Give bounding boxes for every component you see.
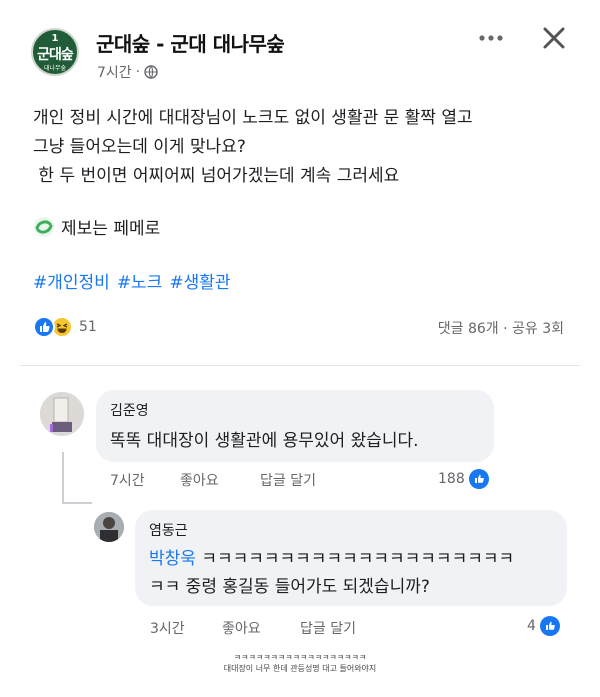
like-icon [539, 616, 560, 636]
comment-share-counts[interactable]: 댓글 86개 · 공유 3회 [438, 318, 564, 338]
comment-time[interactable]: 3시간 [150, 618, 185, 638]
post-line: 개인 정비 시간에 대대장님이 노크도 없이 생활관 문 활짝 열고 [33, 108, 473, 128]
post-time[interactable]: 7시간 [97, 62, 132, 82]
close-icon[interactable] [540, 24, 568, 52]
comment-like-count-value: 4 [527, 618, 536, 634]
avatar[interactable] [94, 512, 124, 542]
avatar[interactable] [40, 392, 84, 436]
reply-button[interactable]: 답글 달기 [260, 470, 316, 490]
tip-text: 제보는 페메로 [61, 219, 161, 239]
like-button[interactable]: 좋아요 [180, 470, 219, 490]
caption-line: 대대장이 너무 한데 관등성명 대고 들어와야지 [223, 664, 377, 673]
comment-text: ㅋㅋㅋㅋㅋㅋㅋㅋㅋㅋㅋㅋㅋㅋㅋㅋㅋㅋㅋㅋ [195, 549, 515, 569]
recycle-icon [34, 216, 54, 237]
post-meta: 7시간 · [97, 62, 158, 82]
like-reaction-icon [33, 316, 55, 338]
reaction-count: 51 [79, 319, 97, 335]
comment-author[interactable]: 염동근 [149, 520, 188, 540]
divider [20, 365, 580, 366]
comment-time[interactable]: 7시간 [110, 470, 145, 490]
post-text: 개인 정비 시간에 대대장님이 노크도 없이 생활관 문 활짝 열고 그냥 들어… [33, 104, 573, 191]
comment-bubble: 김준영 똑똑 대대장이 생활관에 용무있어 왔습니다. [96, 390, 494, 462]
caption: ㅋㅋㅋㅋㅋㅋㅋㅋㅋㅋㅋㅋㅋㅋㅋㅋㅋㅋ 대대장이 너무 한데 관등성명 대고 들어… [0, 652, 600, 674]
comment-author[interactable]: 김준영 [110, 400, 149, 420]
post-line: 그냥 들어오는데 이게 맞나요? [33, 137, 246, 157]
comment-bubble: 염동근 박창욱 ㅋㅋㅋㅋㅋㅋㅋㅋㅋㅋㅋㅋㅋㅋㅋㅋㅋㅋㅋㅋ ㅋㅋ 중령 홍길동 들… [135, 510, 567, 606]
hashtag-link[interactable]: #생활관 [169, 268, 230, 293]
thread-connector [62, 502, 92, 504]
comment-text-line: 박창욱 ㅋㅋㅋㅋㅋㅋㅋㅋㅋㅋㅋㅋㅋㅋㅋㅋㅋㅋㅋㅋ [149, 544, 514, 569]
hashtag-link[interactable]: #노크 [117, 268, 163, 293]
thread-connector [62, 452, 64, 504]
logo-name: 군대숲 [37, 47, 74, 63]
post-line: 한 두 번이면 어찌어찌 넘어가겠는데 계속 그러세요 [33, 166, 400, 186]
tip-line: 제보는 페메로 [33, 214, 160, 239]
mention-link[interactable]: 박창욱 [149, 549, 196, 569]
comment-text: ㅋㅋ 중령 홍길동 들어가도 되겠습니까? [149, 577, 430, 597]
comment-text: 똑똑 대대장이 생활관에 용무있어 왔습니다. [110, 431, 419, 451]
page-name[interactable]: 군대숲 - 군대 대나무숲 [96, 28, 285, 57]
logo-number: 1 [51, 33, 59, 44]
hashtag-list: #개인정비 #노크 #생활관 [33, 268, 231, 293]
comment-like-count-value: 188 [438, 471, 465, 487]
comment-like-count[interactable]: 188 [438, 469, 489, 489]
page-avatar[interactable]: 1 군대숲 대나무숲 [31, 28, 79, 76]
more-horizontal-icon[interactable] [476, 28, 506, 48]
caption-line: ㅋㅋㅋㅋㅋㅋㅋㅋㅋㅋㅋㅋㅋㅋㅋㅋㅋㅋ [233, 653, 367, 662]
like-button[interactable]: 좋아요 [222, 618, 261, 638]
logo-sub: 대나무숲 [43, 65, 67, 72]
globe-icon [144, 65, 158, 79]
comment-like-count[interactable]: 4 [527, 616, 560, 636]
reply-button[interactable]: 답글 달기 [300, 618, 356, 638]
hashtag-link[interactable]: #개인정비 [33, 268, 110, 293]
like-icon [468, 469, 489, 489]
reaction-summary[interactable]: 51 [33, 316, 97, 338]
